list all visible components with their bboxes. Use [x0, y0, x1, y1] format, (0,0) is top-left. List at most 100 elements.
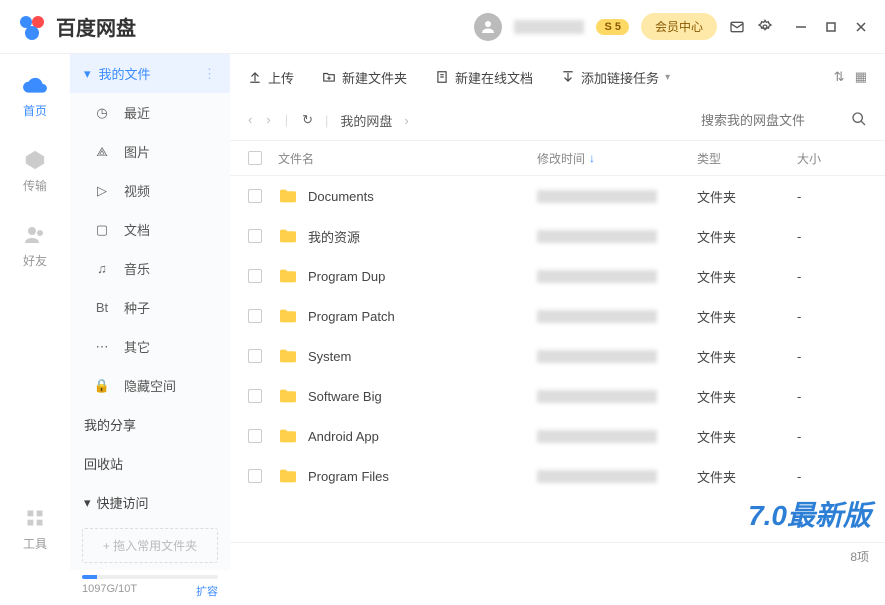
- file-date: [537, 470, 657, 483]
- file-type: 文件夹: [697, 227, 797, 246]
- folder-icon: [278, 228, 298, 244]
- caret-down-icon: ▾: [84, 66, 91, 82]
- storage-text: 1097G/10T: [82, 583, 137, 599]
- maximize-button[interactable]: [823, 19, 839, 35]
- sidebar-myfiles[interactable]: ▾ 我的文件 ⋮: [70, 54, 230, 93]
- sidebar-myshare[interactable]: 我的分享: [70, 405, 230, 444]
- breadcrumb-root[interactable]: 我的网盘: [340, 111, 392, 130]
- sidebar-item-0[interactable]: ◷最近: [70, 93, 230, 132]
- file-type: 文件夹: [697, 187, 797, 206]
- new-folder-button[interactable]: 新建文件夹: [322, 68, 407, 87]
- file-name: Program Patch: [308, 309, 395, 324]
- table-row[interactable]: Software Big 文件夹-: [230, 376, 885, 416]
- minimize-button[interactable]: [793, 19, 809, 35]
- file-type: 文件夹: [697, 387, 797, 406]
- nav-friends[interactable]: 好友: [22, 222, 48, 269]
- toolbar: 上传 新建文件夹 新建在线文档 添加链接任务 ▾ ⇅ ▦: [230, 54, 885, 100]
- new-doc-button[interactable]: 新建在线文档: [435, 68, 533, 87]
- row-checkbox[interactable]: [248, 429, 262, 443]
- sidebar-quickaccess[interactable]: ▾ 快捷访问: [70, 483, 230, 522]
- cloud-icon: [22, 72, 48, 98]
- sidebar-item-1[interactable]: ⟁图片: [70, 132, 230, 171]
- sort-arrow-icon: ↓: [589, 151, 595, 165]
- add-link-button[interactable]: 添加链接任务 ▾: [561, 68, 670, 87]
- file-date: [537, 310, 657, 323]
- caret-down-icon: ▾: [84, 495, 91, 511]
- search-icon[interactable]: [851, 111, 867, 130]
- table-row[interactable]: Program Dup 文件夹-: [230, 256, 885, 296]
- chevron-down-icon: ▾: [665, 72, 670, 83]
- folder-icon: [278, 428, 298, 444]
- file-date: [537, 390, 657, 403]
- member-center-button[interactable]: 会员中心: [641, 13, 717, 40]
- col-type-header[interactable]: 类型: [697, 150, 797, 167]
- file-type: 文件夹: [697, 427, 797, 446]
- storage-meter: 1097G/10T 扩容: [70, 569, 230, 605]
- file-type: 文件夹: [697, 467, 797, 486]
- sort-toggle-icon[interactable]: ⇅: [834, 69, 845, 85]
- folder-icon: [278, 308, 298, 324]
- upload-button[interactable]: 上传: [248, 68, 294, 87]
- coin-badge[interactable]: S 5: [596, 19, 629, 35]
- folder-icon: [278, 348, 298, 364]
- quick-drop-target[interactable]: + 拖入常用文件夹: [82, 528, 218, 563]
- table-row[interactable]: Program Patch文件夹-: [230, 296, 885, 336]
- nav-tools[interactable]: 工具: [22, 505, 48, 552]
- file-type: 文件夹: [697, 267, 797, 286]
- row-checkbox[interactable]: [248, 309, 262, 323]
- file-name: Software Big: [308, 389, 382, 404]
- col-name-header[interactable]: 文件名: [278, 150, 537, 167]
- sidebar-item-4[interactable]: ♫音乐: [70, 249, 230, 288]
- sidebar-recycle[interactable]: 回收站: [70, 444, 230, 483]
- table-header: 文件名 修改时间↓ 类型 大小: [230, 140, 885, 176]
- settings-icon[interactable]: [757, 19, 773, 35]
- nav-forward-icon[interactable]: ›: [266, 112, 270, 128]
- transfer-icon: [22, 147, 48, 173]
- row-checkbox[interactable]: [248, 469, 262, 483]
- mail-icon[interactable]: [729, 19, 745, 35]
- col-size-header[interactable]: 大小: [797, 150, 867, 167]
- content: 上传 新建文件夹 新建在线文档 添加链接任务 ▾ ⇅ ▦ ‹: [230, 54, 885, 570]
- refresh-icon[interactable]: ↻: [302, 112, 313, 128]
- row-checkbox[interactable]: [248, 349, 262, 363]
- select-all-checkbox[interactable]: [248, 151, 262, 165]
- file-size: -: [797, 389, 867, 404]
- table-row[interactable]: 我的资源 文件夹-: [230, 216, 885, 256]
- sidebar-item-3[interactable]: ▢文档: [70, 210, 230, 249]
- table-row[interactable]: System文件夹-: [230, 336, 885, 376]
- sidebar-more-icon[interactable]: ⋮: [203, 66, 216, 82]
- search-input[interactable]: [701, 113, 841, 128]
- file-name: 我的资源: [308, 227, 360, 246]
- file-name: Program Dup: [308, 269, 385, 284]
- download-icon: [561, 70, 575, 84]
- titlebar: 百度网盘 S 5 会员中心: [0, 0, 885, 54]
- nav-transfer[interactable]: 传输: [22, 147, 48, 194]
- file-size: -: [797, 229, 867, 244]
- friends-icon: [22, 222, 48, 248]
- nav-back-icon[interactable]: ‹: [248, 112, 252, 128]
- storage-expand-link[interactable]: 扩容: [196, 583, 218, 599]
- table-row[interactable]: Android App文件夹-: [230, 416, 885, 456]
- tools-icon: [22, 505, 48, 531]
- row-checkbox[interactable]: [248, 269, 262, 283]
- row-checkbox[interactable]: [248, 229, 262, 243]
- table-row[interactable]: Documents文件夹-: [230, 176, 885, 216]
- sidebar-item-5[interactable]: Bt种子: [70, 288, 230, 327]
- table-row[interactable]: Program Files文件夹-: [230, 456, 885, 496]
- grid-view-icon[interactable]: ▦: [855, 69, 867, 85]
- file-size: -: [797, 429, 867, 444]
- user-avatar[interactable]: [474, 13, 502, 41]
- sidebar-item-6[interactable]: ⋯其它: [70, 327, 230, 366]
- sidebar-item-icon: ♫: [94, 261, 110, 276]
- file-type: 文件夹: [697, 307, 797, 326]
- folder-icon: [278, 468, 298, 484]
- sidebar-item-7[interactable]: 🔒隐藏空间: [70, 366, 230, 405]
- row-checkbox[interactable]: [248, 189, 262, 203]
- file-date: [537, 230, 657, 243]
- sidebar-item-2[interactable]: ▷视频: [70, 171, 230, 210]
- file-size: -: [797, 269, 867, 284]
- col-date-header[interactable]: 修改时间↓: [537, 150, 697, 167]
- row-checkbox[interactable]: [248, 389, 262, 403]
- nav-home[interactable]: 首页: [22, 72, 48, 119]
- close-button[interactable]: [853, 19, 869, 35]
